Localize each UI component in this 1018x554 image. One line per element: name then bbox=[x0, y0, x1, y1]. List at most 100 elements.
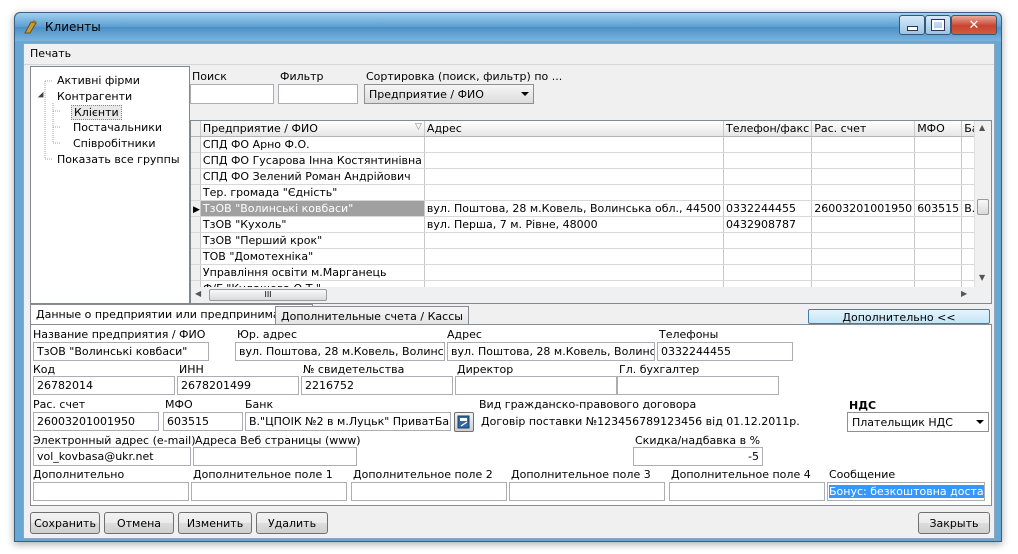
scroll-left-icon[interactable]: ◀ bbox=[195, 289, 201, 298]
close-window-button[interactable]: ✕ bbox=[951, 15, 997, 35]
cell-address[interactable] bbox=[424, 264, 725, 281]
table-row[interactable]: ТзОВ "Кухоль" вул. Перша, 7 м. Рівне, 480… bbox=[191, 216, 991, 233]
cell-mfo[interactable]: 603515 bbox=[914, 200, 963, 217]
contract-field[interactable]: Договір поставки №123456789123456 від 01… bbox=[477, 412, 841, 431]
row-indicator[interactable] bbox=[191, 232, 201, 249]
tab-details[interactable]: Данные о предприятии или предпринимателе bbox=[30, 304, 313, 325]
tree-item-active-firms[interactable]: Активні фірми bbox=[57, 74, 140, 87]
cancel-button[interactable]: Отмена bbox=[104, 512, 174, 534]
cell-address[interactable] bbox=[424, 248, 725, 265]
phones-field[interactable]: 0332244455 bbox=[657, 342, 793, 361]
cell-address[interactable] bbox=[424, 232, 725, 249]
cell-company[interactable]: СПД ФО Зелений Роман Андрійович bbox=[200, 168, 425, 185]
group-tree[interactable]: Активні фірми Контрагенти Клієнти Постач… bbox=[30, 66, 190, 304]
extra1-field[interactable] bbox=[191, 482, 347, 501]
clients-grid[interactable]: Предприятие / ФИО ▽ Адрес Телефон/факс Ра… bbox=[190, 120, 992, 304]
search-input[interactable] bbox=[190, 84, 274, 104]
cell-mfo[interactable] bbox=[914, 136, 963, 153]
tree-item-show-all[interactable]: Показать все группы bbox=[57, 153, 180, 166]
table-row[interactable]: СПД ФО Арно Ф.О. bbox=[191, 136, 991, 153]
delete-button[interactable]: Удалить bbox=[256, 512, 328, 534]
cell-phone[interactable] bbox=[723, 248, 813, 265]
table-row[interactable]: ▶ ТзОВ "Волинські ковбаси" вул. Поштова, 2… bbox=[191, 200, 991, 217]
cell-company[interactable]: Управління освіти м.Марганець bbox=[200, 264, 425, 281]
tab-accounts[interactable]: Дополнительные счета / Кассы bbox=[275, 306, 469, 325]
cell-address[interactable] bbox=[424, 168, 725, 185]
cell-phone[interactable] bbox=[723, 184, 813, 201]
minimize-button[interactable] bbox=[899, 15, 925, 35]
address-field[interactable]: вул. Поштова, 28 м.Ковель, Волинська обл… bbox=[447, 342, 655, 361]
cell-phone[interactable]: 0332244455 bbox=[723, 200, 813, 217]
cell-account[interactable] bbox=[811, 184, 916, 201]
cell-account[interactable]: 26003201001950 bbox=[811, 200, 916, 217]
cell-address[interactable] bbox=[424, 184, 725, 201]
row-indicator[interactable] bbox=[191, 152, 201, 169]
cell-account[interactable] bbox=[811, 152, 916, 169]
tree-item-suppliers[interactable]: Постачальники bbox=[73, 121, 162, 134]
cell-mfo[interactable] bbox=[914, 168, 963, 185]
row-indicator[interactable]: ▶ bbox=[191, 200, 201, 217]
grid-header-address[interactable]: Адрес bbox=[424, 121, 725, 137]
save-button[interactable]: Сохранить bbox=[30, 512, 100, 534]
cell-mfo[interactable] bbox=[914, 216, 963, 233]
scroll-right-icon[interactable]: ▶ bbox=[961, 289, 967, 298]
account-field[interactable]: 26003201001950 bbox=[33, 412, 159, 431]
grid-horizontal-thumb[interactable]: III bbox=[209, 289, 327, 301]
cell-phone[interactable] bbox=[723, 152, 813, 169]
grid-header-mfo[interactable]: МФО bbox=[914, 121, 963, 137]
cell-address[interactable]: вул. Перша, 7 м. Рівне, 48000 bbox=[424, 216, 725, 233]
cell-mfo[interactable] bbox=[914, 232, 963, 249]
grid-header-phone[interactable]: Телефон/факс bbox=[723, 121, 813, 137]
accountant-field[interactable] bbox=[617, 376, 779, 395]
cell-address[interactable]: вул. Поштова, 28 м.Ковель, Волинська обл… bbox=[424, 200, 725, 217]
extra2-field[interactable] bbox=[351, 482, 507, 501]
cell-company[interactable]: Тер. громада "Єдність" bbox=[200, 184, 425, 201]
cell-address[interactable] bbox=[424, 136, 725, 153]
cell-company[interactable]: СПД ФО Гусарова Інна Костянтинівна bbox=[200, 152, 425, 169]
row-indicator[interactable] bbox=[191, 264, 201, 281]
table-row[interactable]: СПД ФО Зелений Роман Андрійович bbox=[191, 168, 991, 185]
extra3-field[interactable] bbox=[509, 482, 665, 501]
cell-account[interactable] bbox=[811, 136, 916, 153]
cell-phone[interactable] bbox=[723, 136, 813, 153]
cell-company[interactable]: ТзОВ "Перший крок" bbox=[200, 232, 425, 249]
vat-select[interactable]: Плательщик НДС bbox=[847, 412, 989, 432]
sort-select[interactable]: Предприятие / ФИО bbox=[364, 84, 534, 104]
cell-account[interactable] bbox=[811, 232, 916, 249]
cell-company[interactable]: ТОВ "Домотехніка" bbox=[200, 248, 425, 265]
tree-item-counterparties[interactable]: Контрагенти bbox=[57, 90, 132, 103]
cell-account[interactable] bbox=[811, 168, 916, 185]
name-field[interactable]: ТзОВ "Волинські ковбаси" bbox=[33, 342, 209, 361]
cell-mfo[interactable] bbox=[914, 184, 963, 201]
cell-company[interactable]: ТзОВ "Волинські ковбаси" bbox=[200, 200, 425, 217]
cell-account[interactable] bbox=[811, 264, 916, 281]
scroll-up-icon[interactable]: ▲ bbox=[979, 123, 985, 132]
extra4-field[interactable] bbox=[669, 482, 825, 501]
inn-field[interactable]: 2678201499 bbox=[177, 376, 299, 395]
row-indicator[interactable] bbox=[191, 248, 201, 265]
bank-field[interactable]: В."ЦПОІК №2 в м.Луцьк" ПриватБанку bbox=[245, 412, 451, 431]
row-indicator[interactable] bbox=[191, 184, 201, 201]
table-row[interactable]: Управління освіти м.Марганець bbox=[191, 264, 991, 281]
cell-address[interactable] bbox=[424, 152, 725, 169]
more-details-button[interactable]: Дополнительно << bbox=[808, 309, 990, 324]
table-row[interactable]: ТОВ "Домотехніка" bbox=[191, 248, 991, 265]
cell-phone[interactable]: 0432908787 bbox=[723, 216, 813, 233]
grid-header-company[interactable]: Предприятие / ФИО ▽ bbox=[200, 121, 425, 137]
tree-item-clients[interactable]: Клієнти bbox=[71, 105, 122, 120]
cert-field[interactable]: 2216752 bbox=[301, 376, 453, 395]
maximize-button[interactable] bbox=[925, 15, 951, 35]
cell-account[interactable] bbox=[811, 216, 916, 233]
cell-phone[interactable] bbox=[723, 264, 813, 281]
menu-print[interactable]: Печать bbox=[30, 47, 71, 60]
director-field[interactable] bbox=[455, 376, 617, 395]
grid-vertical-thumb[interactable] bbox=[977, 199, 989, 215]
grid-horizontal-scrollbar[interactable]: ◀ III ▶ bbox=[191, 287, 975, 303]
cell-company[interactable]: ТзОВ "Кухоль" bbox=[200, 216, 425, 233]
row-indicator[interactable] bbox=[191, 136, 201, 153]
scroll-down-icon[interactable]: ▼ bbox=[979, 273, 985, 282]
grid-header-account[interactable]: Рас. счет bbox=[811, 121, 916, 137]
cell-phone[interactable] bbox=[723, 168, 813, 185]
table-row[interactable]: СПД ФО Гусарова Інна Костянтинівна bbox=[191, 152, 991, 169]
legal-address-field[interactable]: вул. Поштова, 28 м.Ковель, Волинська обл… bbox=[235, 342, 445, 361]
